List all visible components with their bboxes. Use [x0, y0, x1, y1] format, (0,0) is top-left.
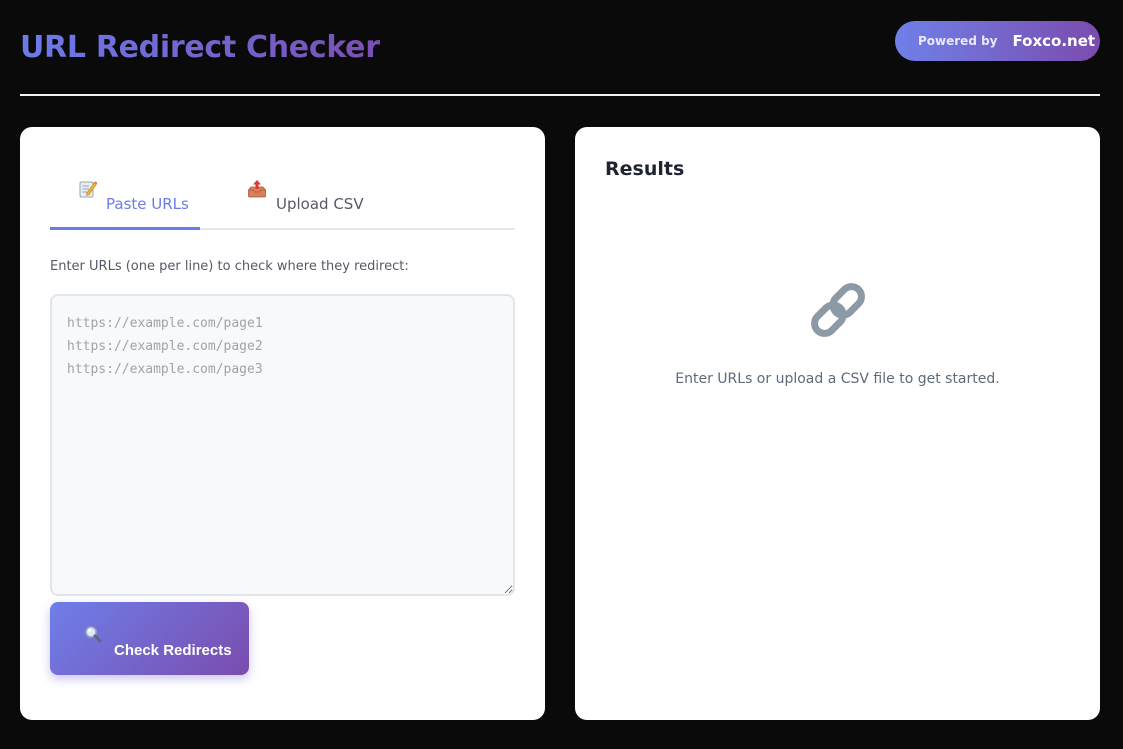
instructions-text: Enter URLs (one per line) to check where…	[50, 259, 409, 274]
tab-label: Upload CSV	[276, 195, 364, 213]
page-title: URL Redirect Checker	[20, 30, 380, 65]
url-input[interactable]	[50, 294, 515, 596]
upload-tray-icon	[247, 179, 267, 199]
magnifier-icon	[84, 625, 102, 643]
results-panel: Results Enter URLs or upload a CSV file …	[575, 127, 1100, 720]
memo-icon	[78, 179, 98, 199]
tab-upload-csv[interactable]: Upload CSV	[218, 177, 388, 230]
app-header: URL Redirect Checker Powered by Foxco.ne…	[20, 20, 1100, 96]
tab-label: Paste URLs	[106, 195, 189, 213]
results-empty-state: Enter URLs or upload a CSV file to get s…	[575, 277, 1100, 387]
link-icon	[805, 277, 871, 343]
input-panel: Paste URLs Upload CSV Enter URLs (one pe…	[20, 127, 545, 720]
results-empty-message: Enter URLs or upload a CSV file to get s…	[675, 371, 1000, 387]
tab-paste-urls[interactable]: Paste URLs	[50, 177, 200, 230]
powered-by-brand: Foxco.net	[1012, 32, 1096, 50]
check-redirects-label: Check Redirects	[114, 642, 232, 659]
input-tabs: Paste URLs Upload CSV	[50, 177, 515, 230]
check-redirects-button[interactable]: Check Redirects	[50, 602, 249, 675]
results-title: Results	[605, 158, 685, 180]
powered-by-badge[interactable]: Powered by Foxco.net	[895, 21, 1100, 61]
powered-by-label: Powered by	[918, 34, 998, 48]
